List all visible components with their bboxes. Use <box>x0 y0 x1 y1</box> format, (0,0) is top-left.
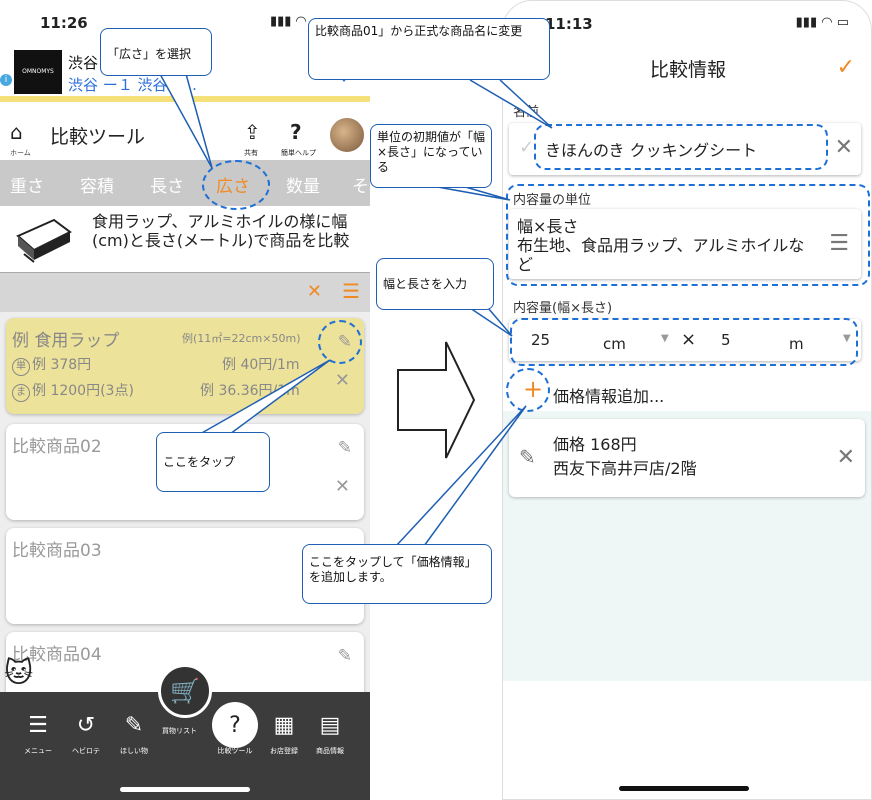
callout-tap-here: ここをタップ <box>156 432 270 492</box>
tab-quantity[interactable]: 数量 <box>286 172 320 197</box>
name-label: 名前 <box>513 105 540 120</box>
compare-cat-icon: ? <box>229 713 241 738</box>
ad-logo: OMNOMYS <box>14 50 62 94</box>
page-title: 比較情報 <box>649 59 726 81</box>
single-price: 単例 378円 <box>12 354 91 376</box>
highlight-area-tab <box>202 160 270 210</box>
bottom-nav: ☰ メニュー ↺ ヘビロテ ✎ ほしい物 🛒 買物リスト ? 比較ツール ▦ お店登録 ▤… <box>0 664 370 800</box>
home-indicator <box>120 787 250 792</box>
rotation-icon: ↺ <box>76 713 96 738</box>
single-unit-price: 例 40円/1m <box>222 357 300 373</box>
highlight-unit-field <box>506 184 870 286</box>
transition-arrow-icon <box>397 341 476 459</box>
edit-icon[interactable]: ✎ <box>338 646 352 666</box>
price-card[interactable]: ✎ 価格 168円 西友下高井戸店/2階 ✕ <box>509 419 865 497</box>
clear-icon[interactable]: ✕ <box>307 281 322 302</box>
product-list: 例 食用ラップ 例(11㎡=22cm×50m) 単例 378円 例 40円/1m… <box>0 312 370 712</box>
cart-label: 買物リスト <box>162 727 197 735</box>
battery-icon: ▮▮▮ ◠ ▭ <box>795 15 849 30</box>
confirm-check-icon[interactable]: ✓ <box>837 55 855 80</box>
nav-compare-tool[interactable]: ? 比較ツール <box>211 712 259 756</box>
product-name: 比較商品02 <box>12 437 102 457</box>
check-icon: ✓ <box>519 137 535 158</box>
tab-length[interactable]: 長さ <box>150 172 184 197</box>
tab-other[interactable]: そ <box>352 172 369 197</box>
price-list-area: ✎ 価格 168円 西友下高井戸店/2階 ✕ <box>503 411 871 681</box>
price-value: 価格 168円 <box>553 435 637 454</box>
cat-mascot-icon: 🐱 <box>4 656 34 689</box>
share-icon[interactable]: ⇪ <box>244 120 261 144</box>
callout-default-unit: 単位の初期値が「幅×長さ」になっている <box>370 124 492 188</box>
home-indicator <box>619 786 749 791</box>
highlight-capacity-field <box>510 318 858 366</box>
clear-name-icon[interactable]: ✕ <box>835 135 853 160</box>
help-icon[interactable]: ? <box>290 120 302 144</box>
wishlist-icon: ✎ <box>124 713 144 738</box>
tab-weight[interactable]: 重さ <box>10 172 44 197</box>
signal-icon: ▮▮▮ ◠ <box>270 14 306 29</box>
ad-info-icon[interactable]: i <box>0 74 12 86</box>
category-description: 食用ラップ、アルミホイルの様に幅(cm)と長さ(メートル)で商品を比較 <box>0 206 370 272</box>
nav-label: ヘビロテ <box>72 747 100 755</box>
filter-bar: ✕ ☰ <box>0 272 370 312</box>
highlight-name-field <box>534 124 828 170</box>
shop-icon: ▦ <box>273 713 295 738</box>
cart-icon[interactable]: 🛒 <box>158 664 212 718</box>
edit-icon[interactable]: ✎ <box>519 445 536 469</box>
multi-price: ま例 1200円(3点) <box>12 380 134 402</box>
callout-add-price: ここをタップして「価格情報」を追加します。 <box>302 544 492 604</box>
nav-label: 比較ツール <box>217 747 253 755</box>
callout-select-area: 「広さ」を選択 <box>100 28 212 76</box>
product-name: 例 食用ラップ <box>12 331 120 351</box>
ad-line2: 渋谷 ー１ 渋谷ロ... <box>68 76 197 94</box>
nav-label: 商品情報 <box>316 747 344 755</box>
delete-icon[interactable]: ✕ <box>335 476 350 497</box>
callout-enter-size: 幅と長さを入力 <box>376 258 494 310</box>
delete-icon[interactable]: ✕ <box>837 445 855 470</box>
status-time: 11:13 <box>545 15 593 33</box>
nav-shop-register[interactable]: ▦ お店登録 <box>260 712 308 756</box>
edit-icon[interactable]: ✎ <box>338 438 352 458</box>
nav-menu[interactable]: ☰ メニュー <box>14 712 62 756</box>
unit-tabs: 重さ 容積 長さ 広さ 数量 そ <box>0 160 370 206</box>
nav-wishlist[interactable]: ✎ ほしい物 <box>110 712 158 756</box>
product-card-1[interactable]: 例 食用ラップ 例(11㎡=22cm×50m) 単例 378円 例 40円/1m… <box>6 318 364 414</box>
page-title: 比較ツール <box>50 126 146 148</box>
app-header: ⌂ ホーム 比較ツール ⇪ 共有 ? 簡単ヘルプ <box>0 108 370 160</box>
callout-rename: 比較商品01」から正式な商品名に変更 <box>308 18 550 80</box>
highlight-add-price <box>506 368 550 412</box>
single-badge: 単 <box>12 358 30 376</box>
description-text: 食用ラップ、アルミホイルの様に幅(cm)と長さ(メートル)で商品を比較 <box>92 212 350 250</box>
share-label: 共有 <box>244 149 258 157</box>
product-name: 比較商品03 <box>12 541 102 561</box>
highlight-edit-icon <box>318 320 362 364</box>
nav-product-info[interactable]: ▤ 商品情報 <box>306 712 354 756</box>
product-info-icon: ▤ <box>319 713 341 738</box>
add-price-label[interactable]: 価格情報追加... <box>553 383 664 407</box>
nav-label: ほしい物 <box>120 747 148 755</box>
multi-badge: ま <box>12 384 30 402</box>
wrap-roll-icon <box>16 218 72 263</box>
multi-unit-price: 例 36.36円/1m <box>200 383 300 399</box>
product-hint: 例(11㎡=22cm×50m) <box>182 332 301 345</box>
right-phone-screen: 11:13 ▮▮▮ ◠ ▭ 比較情報 ✓ 名前 ✓ きほんのき クッキングシート… <box>502 0 872 800</box>
price-store: 西友下高井戸店/2階 <box>553 459 697 478</box>
menu-icon[interactable]: ☰ <box>342 279 360 303</box>
nav-label: お店登録 <box>270 747 298 755</box>
avatar[interactable] <box>328 116 366 154</box>
tab-volume[interactable]: 容積 <box>80 172 114 197</box>
home-label: ホーム <box>10 149 31 157</box>
nav-heavy-rotation[interactable]: ↺ ヘビロテ <box>62 712 110 756</box>
left-phone-screen: 11:26 ▮▮▮ ◠ OMNOMYS 渋谷 分〜21時00分 渋谷 ー１ 渋谷… <box>0 0 370 800</box>
capacity-label: 内容量(幅×長さ) <box>513 301 613 316</box>
home-icon[interactable]: ⌂ <box>10 120 23 144</box>
delete-icon[interactable]: ✕ <box>335 370 350 391</box>
multi-price-value: 例 1200円(3点) <box>32 383 134 399</box>
help-label: 簡単ヘルプ <box>281 149 316 157</box>
nav-label: メニュー <box>24 747 52 755</box>
menu-nav-icon: ☰ <box>28 713 48 738</box>
single-price-value: 例 378円 <box>32 357 92 373</box>
status-time: 11:26 <box>40 14 88 32</box>
